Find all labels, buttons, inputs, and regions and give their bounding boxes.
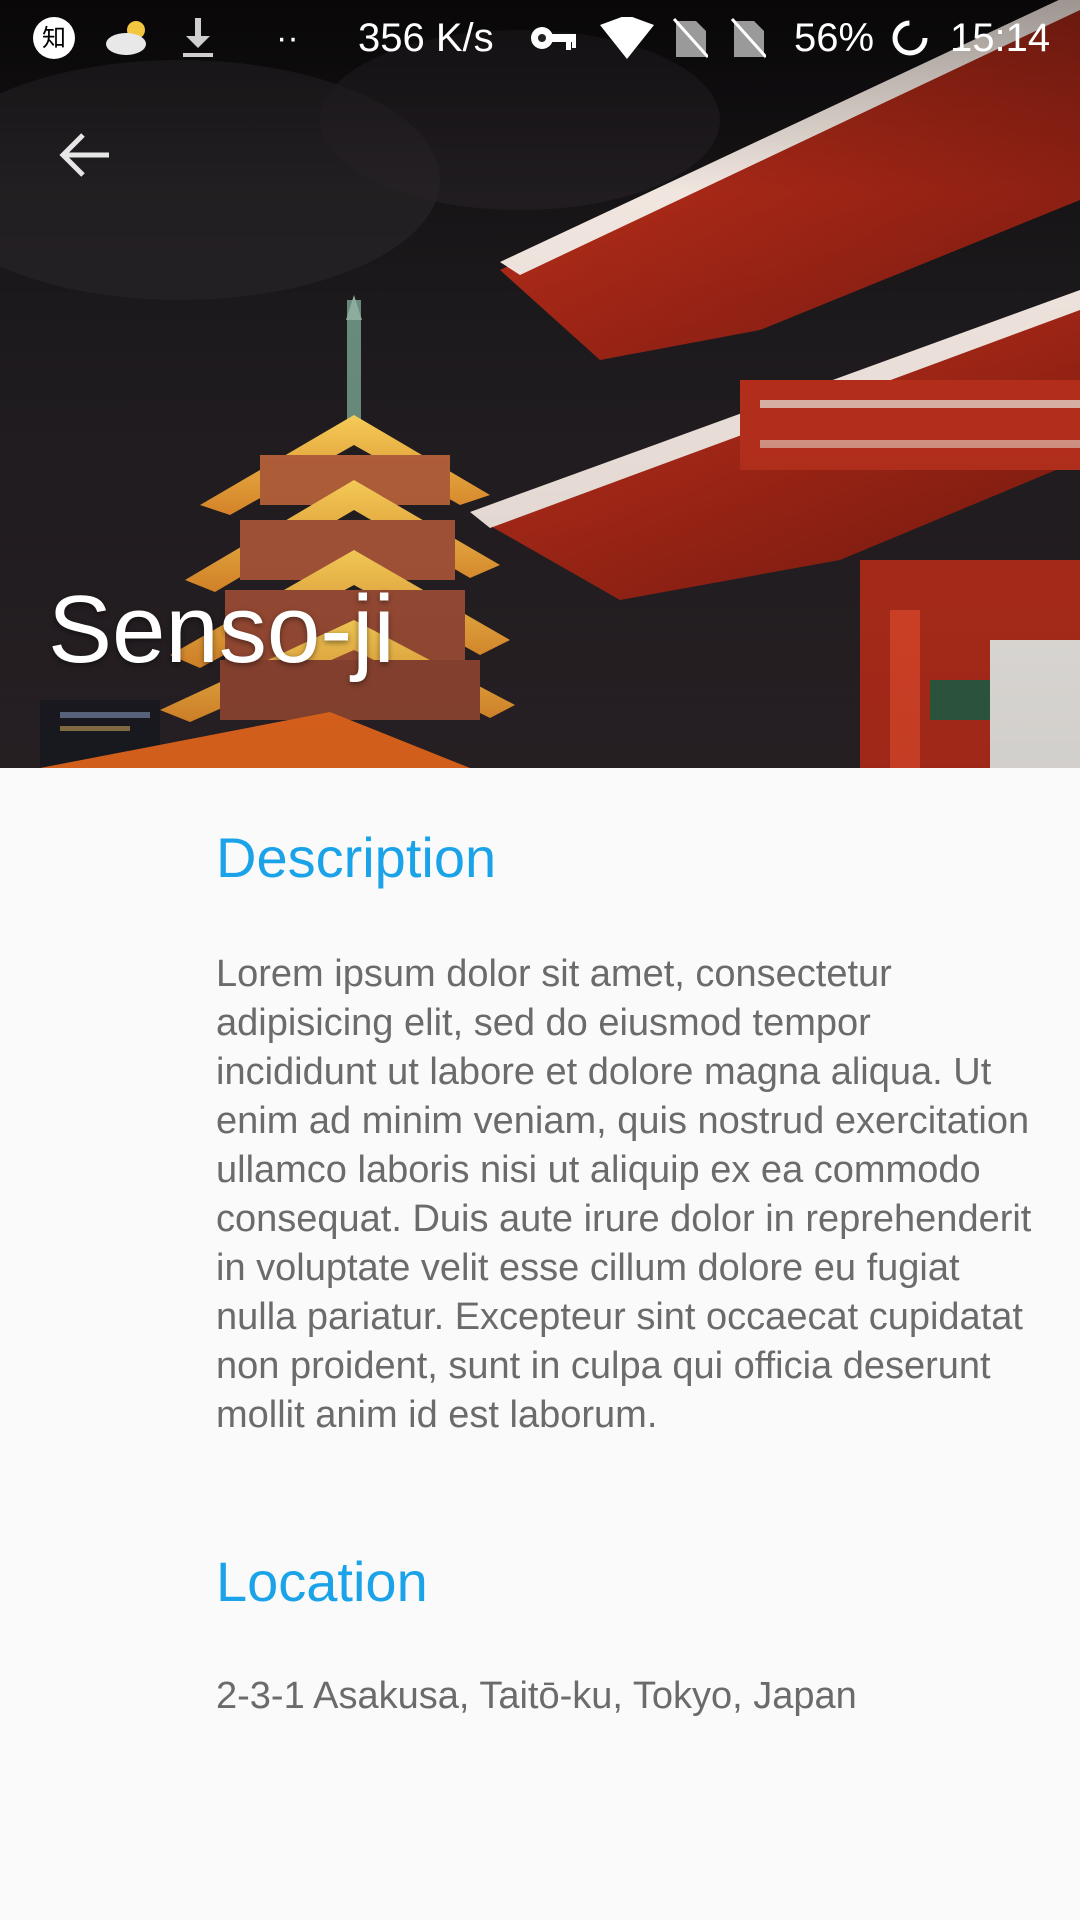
more-notifications-indicator: ·· bbox=[276, 18, 299, 57]
cloud-weather-icon bbox=[104, 14, 150, 62]
network-speed: 356 K/s bbox=[358, 15, 494, 60]
description-heading: Description bbox=[216, 826, 497, 889]
description-text: Lorem ipsum dolor sit amet, consectetur … bbox=[216, 953, 1032, 1436]
no-sim-icon bbox=[672, 14, 708, 62]
key-icon bbox=[530, 14, 578, 62]
no-sim-icon bbox=[730, 14, 766, 62]
zhihu-icon: 知 bbox=[32, 14, 76, 62]
svg-text:知: 知 bbox=[42, 24, 66, 52]
battery-charging-icon bbox=[890, 14, 930, 62]
location-address: 2-3-1 Asakusa, Taitō-ku, Tokyo, Japan bbox=[216, 1675, 857, 1717]
status-bar: 知 ·· 356 K/s 56% 15:14 bbox=[0, 0, 1080, 75]
download-icon bbox=[180, 14, 216, 62]
back-button[interactable] bbox=[42, 112, 128, 198]
hero-header: 知 ·· 356 K/s 56% 15:14 Senso-ji bbox=[0, 0, 1080, 768]
arrow-back-icon bbox=[59, 133, 109, 177]
battery-percent: 56% bbox=[794, 15, 875, 60]
clock: 15:14 bbox=[950, 15, 1051, 60]
location-heading: Location bbox=[216, 1550, 428, 1613]
wifi-icon bbox=[600, 14, 654, 62]
page-title: Senso-ji bbox=[48, 576, 395, 683]
